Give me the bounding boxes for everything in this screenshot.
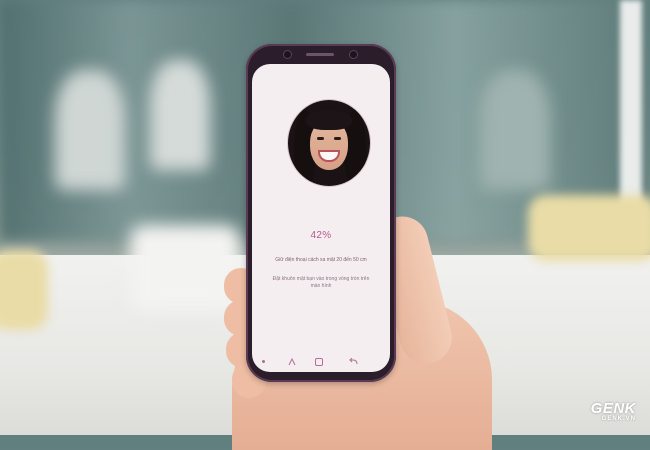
distance-instruction: Giữ điện thoại cách xa mặt 20 đến 50 cm bbox=[275, 257, 367, 263]
frame-instruction: Đặt khuôn mặt bạn vào trong vòng tròn tr… bbox=[272, 276, 370, 289]
phone-screen: 42% Giữ điện thoại cách xa mặt 20 đến 50… bbox=[252, 64, 390, 372]
front-sensor-icon bbox=[284, 51, 291, 58]
back-icon[interactable] bbox=[349, 357, 358, 368]
face-eye bbox=[317, 137, 324, 140]
genk-watermark-logo: GENK GENK.VN bbox=[591, 400, 636, 422]
recents-icon[interactable] bbox=[288, 357, 296, 368]
smartphone: 42% Giữ điện thoại cách xa mặt 20 đến 50… bbox=[246, 44, 396, 382]
face-bangs bbox=[306, 110, 352, 130]
front-camera-icon bbox=[350, 51, 357, 58]
face-preview-circle bbox=[288, 100, 370, 186]
navigation-bar bbox=[252, 354, 390, 370]
background-yellow-chair bbox=[528, 195, 650, 261]
home-icon[interactable] bbox=[315, 358, 323, 366]
background-yellow-chair bbox=[0, 250, 48, 330]
earpiece bbox=[306, 53, 334, 56]
background-chair bbox=[150, 60, 210, 170]
indicator-dot-icon bbox=[262, 360, 265, 363]
face-eye bbox=[334, 137, 341, 140]
background-white-chair bbox=[130, 225, 240, 310]
background-chair bbox=[480, 70, 550, 190]
watermark-brand: GENK bbox=[590, 400, 636, 417]
background-chair bbox=[55, 70, 125, 190]
scan-progress-percent: 42% bbox=[310, 230, 332, 241]
